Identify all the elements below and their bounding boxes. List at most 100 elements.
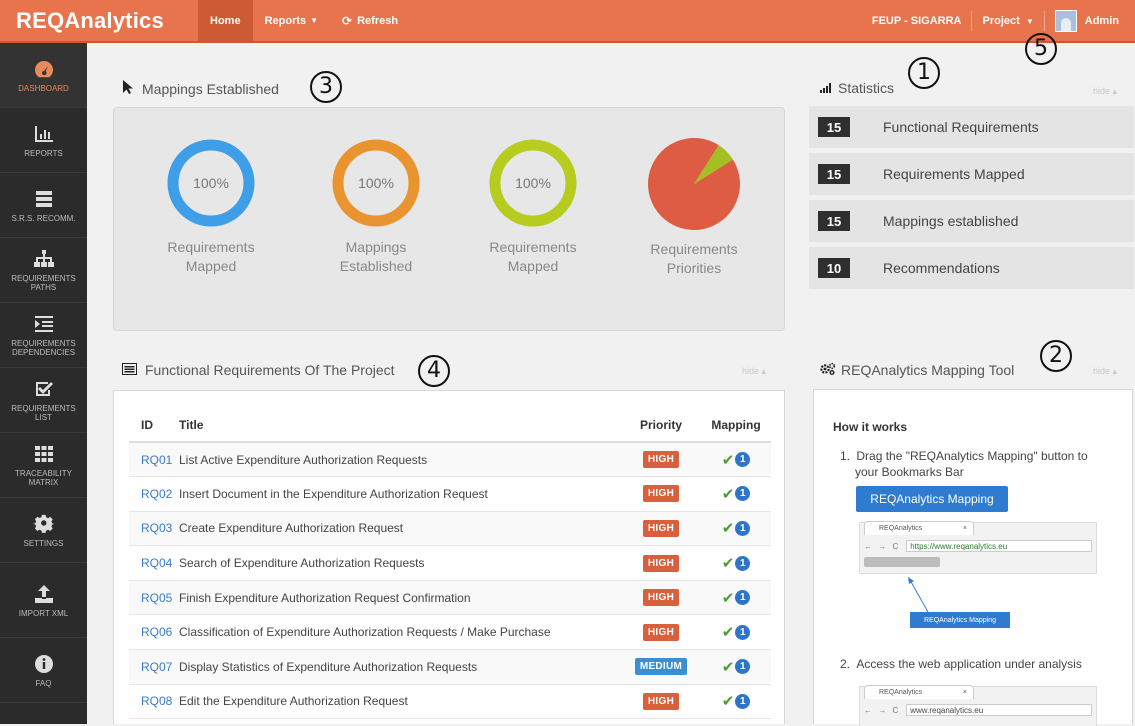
sidebar-item-reports[interactable]: REPORTS [0, 108, 87, 173]
sidebar-item-settings[interactable]: SETTINGS [0, 498, 87, 563]
nav-arrows-icon: ← → C [864, 541, 901, 551]
priority-badge: HIGH [642, 692, 680, 710]
requirement-id-link[interactable]: RQ03 [141, 521, 172, 535]
tool-panel-header: REQAnalytics Mapping Tool [820, 362, 1014, 378]
mapping-count-badge[interactable]: 1 [735, 693, 751, 709]
requirement-id-link[interactable]: RQ02 [141, 487, 172, 501]
project-dropdown[interactable]: Project ▼ [982, 15, 1033, 27]
mappings-panel-header: Mappings Established [122, 80, 279, 97]
check-icon: ✔ [721, 693, 735, 711]
step-2-text: Access the web application under analysi… [856, 657, 1082, 671]
mapping-tool-panel: How it works 1. Drag the "REQAnalytics M… [813, 389, 1133, 726]
refresh-icon: ⟳ [342, 13, 353, 28]
stat-row: 15 Functional Requirements [809, 106, 1134, 148]
mapping-count-badge[interactable]: 1 [735, 624, 751, 640]
mapping-count-badge[interactable]: 1 [735, 520, 751, 536]
signal-bars-icon [820, 80, 834, 96]
mapping-count-badge[interactable]: 1 [735, 452, 751, 468]
drag-arrow [908, 577, 929, 613]
sidebar-item-requirements-list[interactable]: REQUIREMENTS LIST [0, 368, 87, 433]
table-row: RQ02 Insert Document in the Expenditure A… [129, 476, 771, 512]
statistics-panel-title: Statistics [838, 80, 895, 96]
cursor-pointer-icon [122, 80, 134, 97]
donut-value: 100% [358, 175, 394, 191]
priority-badge: HIGH [642, 623, 680, 641]
brand-logo[interactable]: REQAnalytics [0, 8, 198, 34]
donut-label: Mappings Established [317, 238, 435, 276]
sidebar-item-label: REQUIREMENTS PATHS [11, 274, 76, 292]
check-icon: ✔ [721, 555, 735, 573]
server-icon [33, 188, 55, 210]
mapping-count-badge[interactable]: 1 [735, 486, 751, 502]
step-2: 2. Access the web application under anal… [840, 656, 1082, 672]
table-row: RQ08 Edit the Expenditure Authorization R… [129, 684, 771, 720]
nav-arrows-icon: ← → C [864, 705, 901, 715]
requirement-id-link[interactable]: RQ04 [141, 556, 172, 570]
sidebar-item-label: REPORTS [24, 148, 63, 158]
pie-label-line2: Priorities [666, 260, 722, 276]
browser-tab-label: REQAnalytics [879, 525, 923, 532]
close-icon: × [962, 689, 967, 696]
col-header-id[interactable]: ID [129, 409, 179, 443]
sidebar-item-requirements-paths[interactable]: REQUIREMENTS PATHS [0, 238, 87, 303]
statistics-hide-link[interactable]: hide ▴ [1093, 86, 1117, 97]
requirements-panel: ID Title Priority Mapping RQ01 List Activ… [113, 390, 785, 724]
stat-count: 15 [818, 211, 850, 231]
sidebar-item-label: REQUIREMENTS LIST [11, 404, 76, 422]
browser-illustration-2: REQAnalytics × ← → C www.reqanalytics.eu [859, 685, 1097, 726]
callout-4: 4 [418, 355, 450, 387]
browser-tab: REQAnalytics × [864, 521, 974, 535]
sidebar-item-dashboard[interactable]: DASHBOARD [0, 43, 87, 108]
stat-label: Requirements Mapped [883, 166, 1025, 182]
col-header-priority[interactable]: Priority [621, 409, 701, 443]
how-it-works-heading: How it works [833, 420, 908, 434]
donut-label: Requirements Mapped [156, 238, 266, 276]
browser-url-bar: ← → C https://www.reqanalytics.eu [864, 539, 1092, 553]
bookmarks-bar-slot [864, 557, 940, 567]
callout-1: 1 [908, 57, 940, 89]
sidebar-item-import-xml[interactable]: IMPORT XML [0, 563, 87, 638]
requirement-title: List Active Expenditure Authorization Re… [179, 442, 621, 478]
mapping-count-badge[interactable]: 1 [735, 555, 751, 571]
table-row: RQ06 Classification of Expenditure Author… [129, 614, 771, 651]
stat-count: 10 [818, 258, 850, 278]
bar-chart-icon [33, 123, 55, 145]
requirement-id-link[interactable]: RQ07 [141, 660, 172, 674]
priority-badge: HIGH [642, 589, 680, 607]
sidebar-item-srs-recomm[interactable]: S.R.S. RECOMM. [0, 173, 87, 238]
requirement-title: Classification of Expenditure Authorizat… [179, 614, 621, 651]
user-menu[interactable]: Admin [1085, 15, 1119, 27]
sidebar-item-traceability-matrix[interactable]: TRACEABILITY MATRIX [0, 433, 87, 498]
tool-hide-link[interactable]: hide ▴ [1093, 366, 1117, 377]
donut-label-line1: Requirements [167, 239, 255, 255]
requirements-hide-link[interactable]: hide ▴ [742, 366, 766, 377]
col-header-mapping[interactable]: Mapping [701, 409, 771, 443]
sidebar-item-label: TRACEABILITY MATRIX [15, 469, 72, 487]
browser-url-bar: ← → C www.reqanalytics.eu [864, 703, 1092, 717]
sidebar-item-label: FAQ [35, 678, 52, 688]
requirement-id-link[interactable]: RQ01 [141, 453, 172, 467]
mapping-count-badge[interactable]: 1 [735, 590, 751, 606]
nav-home[interactable]: Home [198, 0, 253, 42]
reqanalytics-mapping-bookmarklet-button[interactable]: REQAnalytics Mapping [856, 486, 1008, 512]
requirement-id-link[interactable]: RQ08 [141, 694, 172, 708]
institution-link[interactable]: FEUP - SIGARRA [872, 15, 962, 27]
requirements-panel-title: Functional Requirements Of The Project [145, 362, 395, 378]
check-icon: ✔ [721, 451, 735, 469]
browser-tab-label: REQAnalytics [879, 689, 923, 696]
col-header-title[interactable]: Title [179, 409, 621, 443]
requirement-id-link[interactable]: RQ05 [141, 591, 172, 605]
pie-label: Requirements Priorities [639, 240, 749, 278]
statistics-list: 15 Functional Requirements 15 Requiremen… [809, 106, 1134, 294]
sidebar-item-requirements-dependencies[interactable]: REQUIREMENTS DEPENDENCIES [0, 303, 87, 368]
mapping-count-badge[interactable]: 1 [735, 659, 751, 675]
sidebar-item-faq[interactable]: FAQ [0, 638, 87, 703]
step-number: 2. [840, 657, 851, 671]
donut-label-line1: Requirements [489, 239, 577, 255]
nav-refresh[interactable]: ⟳ Refresh [330, 0, 410, 42]
avatar[interactable] [1054, 9, 1077, 32]
pie-requirements-priorities: Requirements Priorities [639, 138, 749, 278]
nav-reports[interactable]: Reports ▼ [253, 0, 330, 42]
requirement-id-link[interactable]: RQ06 [141, 625, 172, 639]
donut-value: 100% [193, 175, 229, 191]
